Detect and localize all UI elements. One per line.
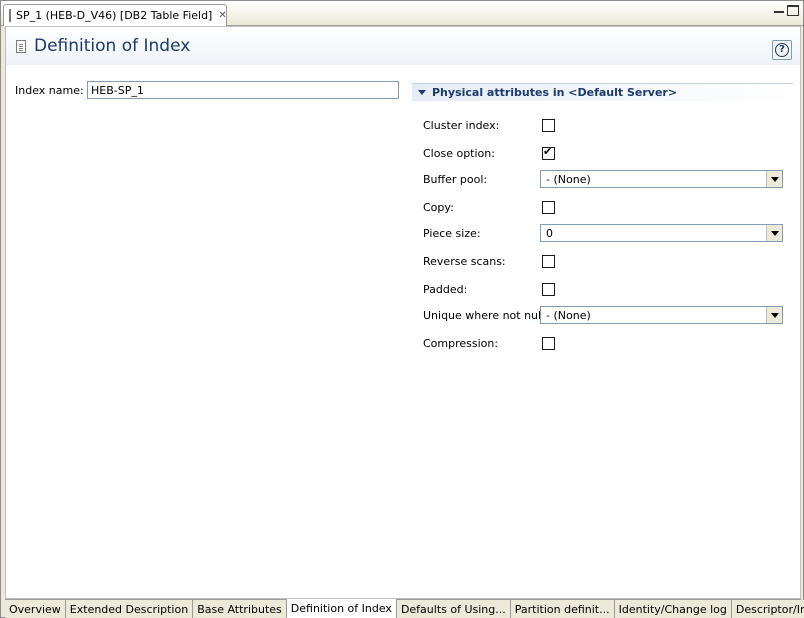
tab-identity-change-log[interactable]: Identity/Change log — [614, 600, 732, 618]
buffer-pool-select[interactable]: - (None) — [540, 170, 783, 188]
index-name-label: Index name: — [15, 84, 84, 97]
chevron-down-icon[interactable] — [766, 225, 782, 241]
tab-descriptor-index[interactable]: Descriptor/Index ... — [731, 600, 804, 618]
unique-where-not-null-value: - (None) — [546, 309, 591, 322]
piece-size-label: Piece size: — [423, 227, 481, 240]
editor-tab-title: SP_1 (HEB-D_V46) [DB2 Table Field] — [16, 9, 213, 22]
tab-definition-of-index[interactable]: Definition of Index — [286, 599, 397, 618]
cluster-index-label: Cluster index: — [423, 119, 500, 132]
expand-twistie-icon[interactable] — [418, 90, 426, 95]
maximize-icon[interactable] — [787, 5, 799, 16]
close-option-label: Close option: — [423, 147, 495, 160]
close-option-checkbox[interactable] — [542, 145, 555, 160]
page-title: Definition of Index — [34, 36, 191, 56]
cluster-index-checkbox[interactable] — [542, 119, 555, 132]
padded-label: Padded: — [423, 283, 468, 296]
index-name-input[interactable] — [87, 81, 399, 99]
document-icon — [9, 9, 11, 22]
copy-checkbox[interactable] — [542, 201, 555, 214]
editor-window: SP_1 (HEB-D_V46) [DB2 Table Field] ✕ Def… — [0, 0, 804, 618]
compression-checkbox[interactable] — [542, 337, 555, 350]
help-icon: ? — [775, 43, 789, 57]
section-header[interactable]: Physical attributes in <Default Server> — [412, 83, 793, 101]
physical-attributes-section: Physical attributes in <Default Server> — [412, 83, 793, 101]
padded-checkbox[interactable] — [542, 283, 555, 296]
unique-where-not-null-label: Unique where not null: — [423, 309, 548, 322]
editor-tab[interactable]: SP_1 (HEB-D_V46) [DB2 Table Field] ✕ — [3, 4, 227, 26]
editor-tab-bar: SP_1 (HEB-D_V46) [DB2 Table Field] ✕ — [1, 1, 803, 26]
compression-label: Compression: — [423, 337, 499, 350]
minimize-icon[interactable] — [773, 5, 785, 16]
piece-size-select[interactable]: 0 — [540, 224, 783, 242]
tab-base-attributes[interactable]: Base Attributes — [193, 600, 287, 618]
copy-label: Copy: — [423, 201, 454, 214]
buffer-pool-label: Buffer pool: — [423, 173, 488, 186]
chevron-down-icon[interactable] — [766, 307, 782, 323]
window-controls — [773, 5, 799, 16]
piece-size-value: 0 — [546, 227, 553, 240]
section-title: Physical attributes in <Default Server> — [432, 86, 678, 99]
tab-defaults-of-using[interactable]: Defaults of Using... — [396, 600, 511, 618]
form-header: Definition of Index ? — [6, 27, 800, 65]
form-content: Definition of Index ? Index name: Physic… — [5, 26, 801, 599]
reverse-scans-checkbox[interactable] — [542, 255, 555, 268]
unique-where-not-null-select[interactable]: - (None) — [540, 306, 783, 324]
editor-page-tabs: Overview Extended Description Base Attri… — [5, 599, 804, 618]
buffer-pool-value: - (None) — [546, 173, 591, 186]
help-button[interactable]: ? — [772, 40, 792, 60]
tab-overview[interactable]: Overview — [5, 600, 66, 618]
tab-partition-definition[interactable]: Partition definit... — [510, 600, 615, 618]
chevron-down-icon[interactable] — [766, 171, 782, 187]
document-icon — [16, 40, 26, 53]
reverse-scans-label: Reverse scans: — [423, 255, 506, 268]
close-icon[interactable]: ✕ — [218, 10, 226, 21]
tab-extended-description[interactable]: Extended Description — [65, 600, 194, 618]
